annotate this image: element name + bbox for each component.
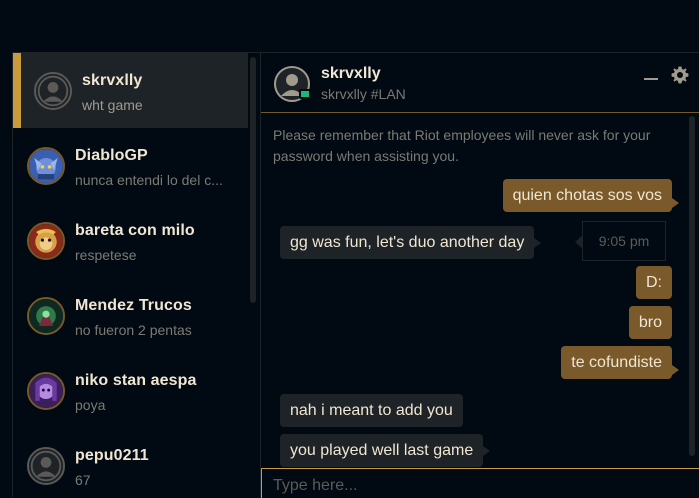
conversation-item-diablogp[interactable]: DiabloGP nunca entendi lo del c... xyxy=(13,128,248,203)
message-input[interactable] xyxy=(262,469,699,498)
chat-header: skrvxlly skrvxlly #LAN xyxy=(261,53,699,113)
green-champion-icon xyxy=(27,297,65,335)
default-profile-icon xyxy=(27,447,65,485)
message-incoming: nah i meant to add you xyxy=(280,394,463,427)
minimize-icon[interactable] xyxy=(643,67,659,83)
conversation-item-niko-stan-aespa[interactable]: niko stan aespa poya xyxy=(13,353,248,428)
conversation-name: bareta con milo xyxy=(75,222,195,239)
monkey-champion-icon xyxy=(27,222,65,260)
chat-scrollbar[interactable] xyxy=(689,116,695,456)
conversation-item-pepu0211[interactable]: pepu0211 67 xyxy=(13,428,248,497)
purple-champion-icon xyxy=(27,372,65,410)
conversation-name: DiabloGP xyxy=(75,147,148,164)
sidebar-scrollbar[interactable] xyxy=(250,57,256,303)
chat-panel: skrvxlly skrvxlly #LAN Please remember t… xyxy=(260,52,699,498)
conversation-list: skrvxlly wht game DiabloGP nunca entendi… xyxy=(12,52,260,497)
conversation-item-skrvxlly[interactable]: skrvxlly wht game xyxy=(13,53,248,128)
conversation-name: niko stan aespa xyxy=(75,372,197,389)
conversation-preview: wht game xyxy=(82,97,143,113)
security-notice: Please remember that Riot employees will… xyxy=(273,127,651,164)
chat-title: skrvxlly xyxy=(321,65,381,82)
conversation-preview: 67 xyxy=(75,472,91,488)
conversation-preview: nunca entendi lo del c... xyxy=(75,172,223,188)
message-incoming: gg was fun, let's duo another day xyxy=(280,226,542,259)
message-outgoing: quien chotas sos vos xyxy=(502,179,680,212)
top-bar xyxy=(0,0,699,52)
conversation-name: skrvxlly xyxy=(82,72,143,89)
gear-icon[interactable] xyxy=(670,65,690,85)
message-outgoing: bro xyxy=(628,306,672,339)
message-incoming: you played well last game xyxy=(280,434,491,467)
conversation-preview: respetese xyxy=(75,247,137,263)
conversation-name: Mendez Trucos xyxy=(75,297,192,314)
message-outgoing: te cofundiste xyxy=(561,346,679,379)
online-status-icon xyxy=(299,89,311,99)
message-outgoing: D: xyxy=(636,266,672,299)
conversation-preview: no fueron 2 pentas xyxy=(75,322,192,338)
conversation-item-mendez-trucos[interactable]: Mendez Trucos no fueron 2 pentas xyxy=(13,278,248,353)
yordle-champion-icon xyxy=(27,147,65,185)
message-timestamp: 9:05 pm xyxy=(575,221,666,261)
chat-subtitle: skrvxlly #LAN xyxy=(321,86,406,102)
conversation-name: pepu0211 xyxy=(75,447,149,464)
conversation-preview: poya xyxy=(75,397,106,413)
conversation-item-bareta-con-milo[interactable]: bareta con milo respetese xyxy=(13,203,248,278)
message-list: Please remember that Riot employees will… xyxy=(261,114,699,468)
default-profile-icon xyxy=(34,72,72,110)
message-input-container xyxy=(261,468,699,498)
